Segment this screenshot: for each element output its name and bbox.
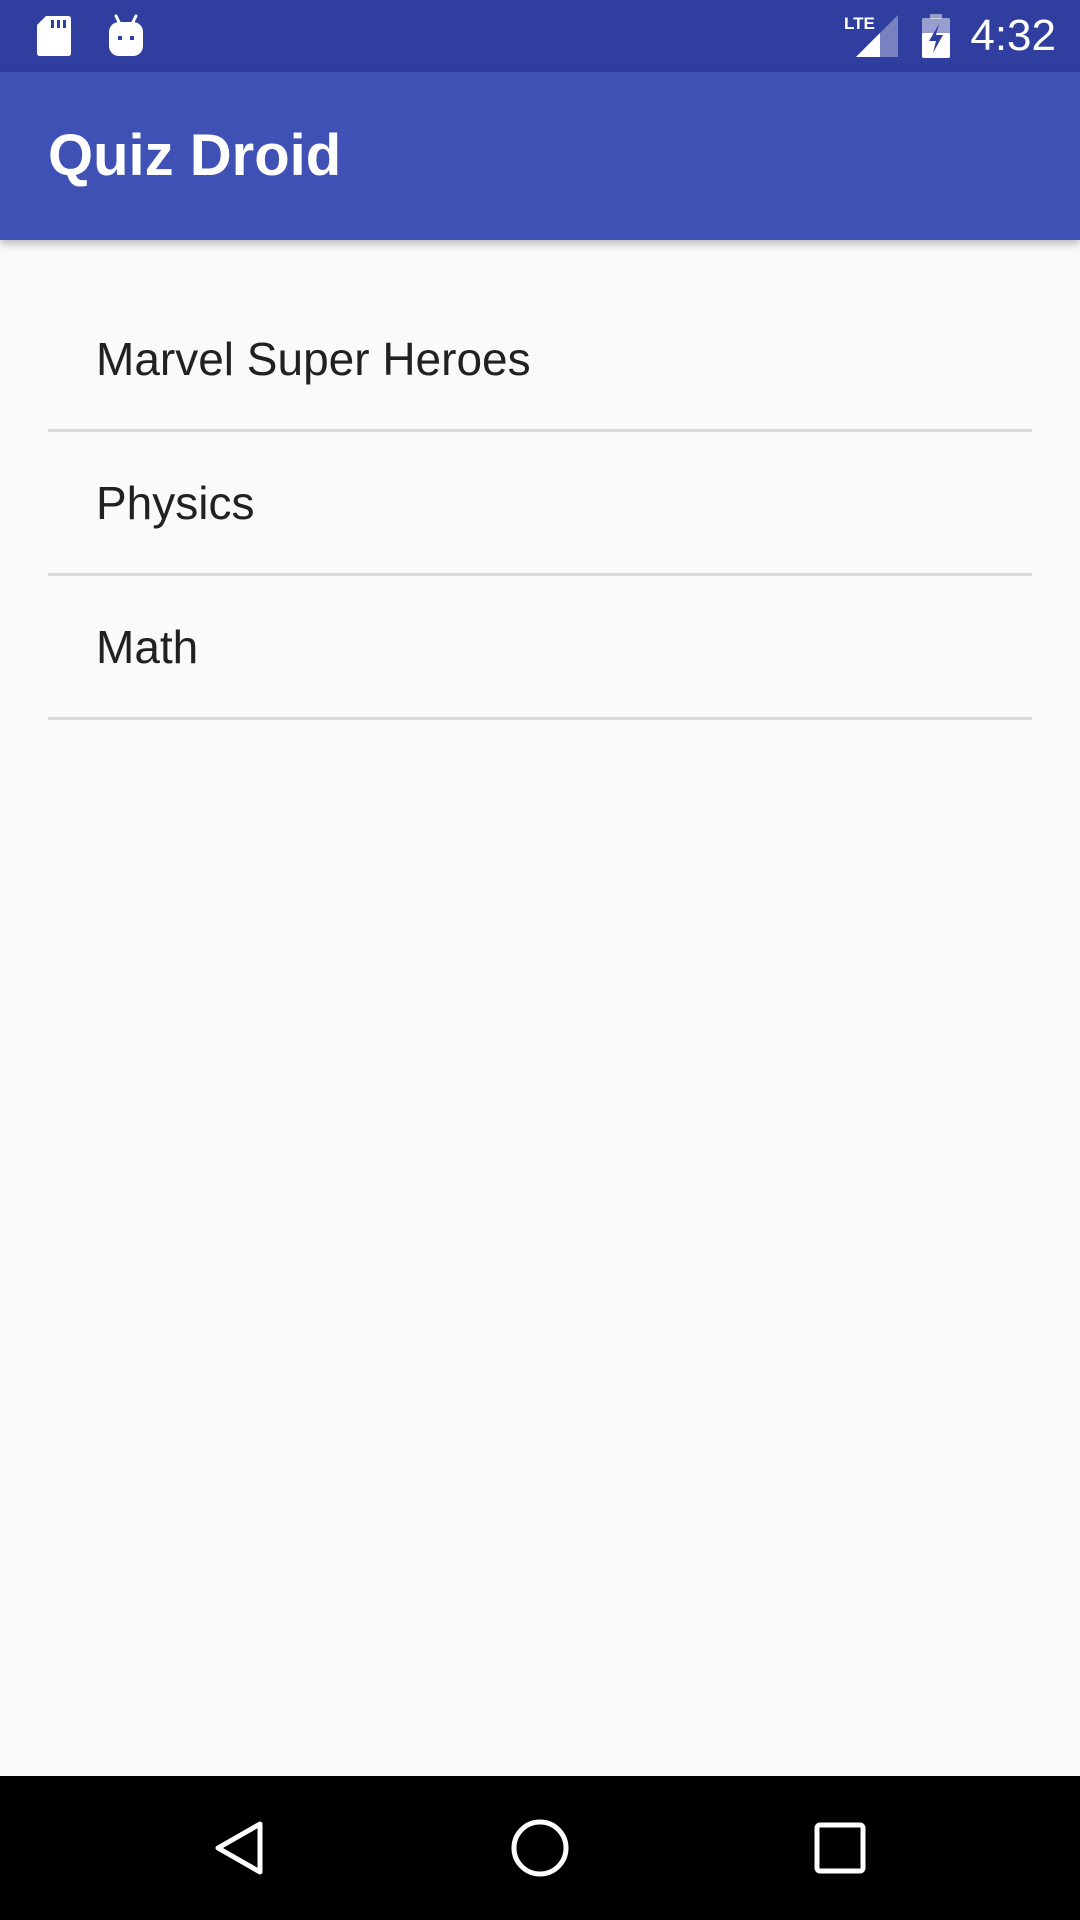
app-title: Quiz Droid <box>48 123 342 188</box>
home-button[interactable] <box>468 1776 612 1920</box>
list-item-label: Physics <box>96 476 255 529</box>
battery-charging-icon <box>918 0 954 72</box>
list-item-label: Math <box>96 620 199 673</box>
screen: LTE 4:32 Quiz Droid Marvel Super Heroes … <box>0 0 1080 1920</box>
list-item-label: Marvel Super Heroes <box>96 332 531 385</box>
app-bar: Quiz Droid <box>0 72 1080 240</box>
status-bar: LTE 4:32 <box>0 0 1080 72</box>
home-icon <box>511 1819 569 1877</box>
list-item-math[interactable]: Math <box>48 576 1032 720</box>
svg-text:LTE: LTE <box>844 14 875 33</box>
navigation-bar <box>0 1776 1080 1920</box>
quiz-list: Marvel Super Heroes Physics Math <box>48 288 1032 720</box>
back-icon <box>215 1821 263 1875</box>
back-button[interactable] <box>168 1776 312 1920</box>
recents-icon <box>814 1822 866 1874</box>
android-debug-icon <box>106 0 146 72</box>
status-clock: 4:32 <box>970 11 1056 60</box>
sd-card-icon <box>34 0 74 72</box>
lte-signal-icon: LTE <box>842 0 900 72</box>
list-item-physics[interactable]: Physics <box>48 432 1032 576</box>
list-item-marvel-super-heroes[interactable]: Marvel Super Heroes <box>48 288 1032 432</box>
recents-button[interactable] <box>768 1776 912 1920</box>
